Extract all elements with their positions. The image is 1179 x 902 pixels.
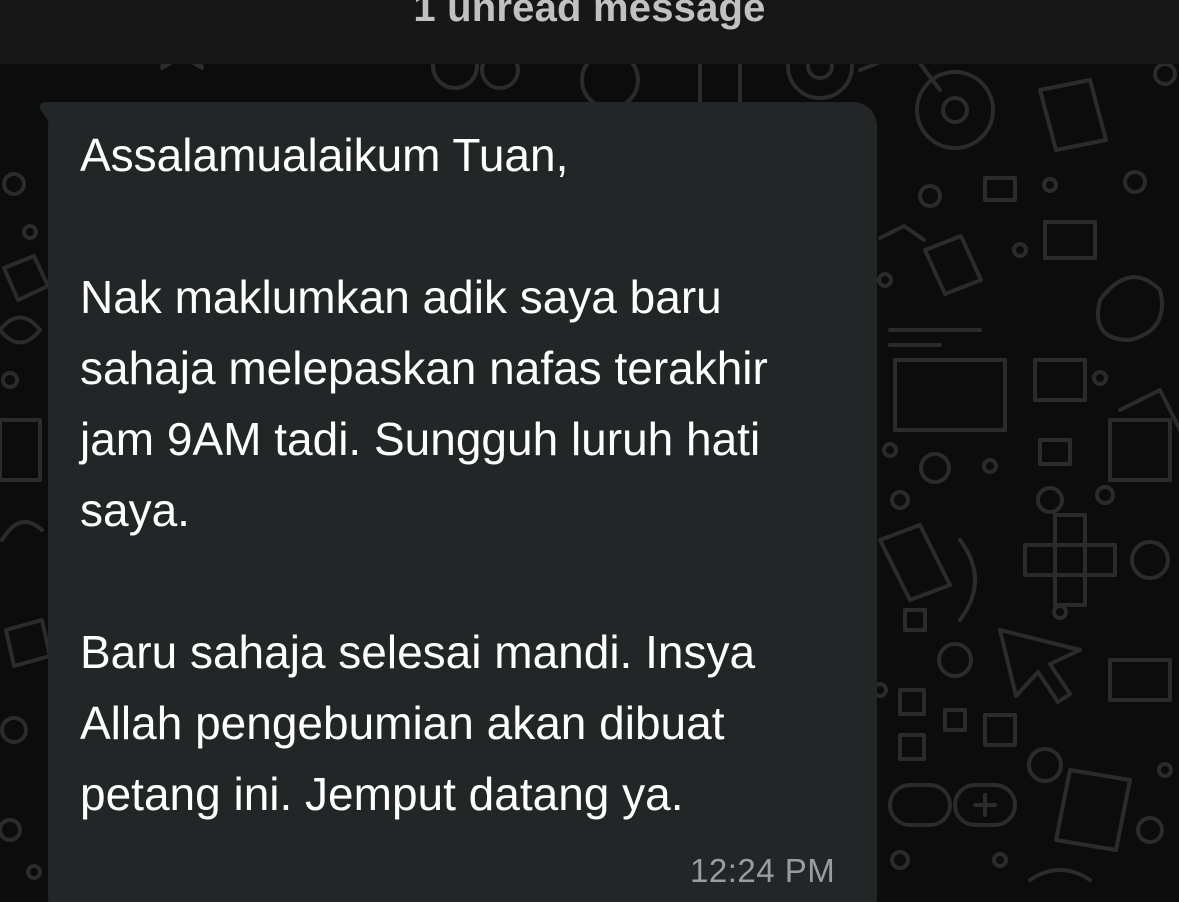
message-text: Assalamualaikum Tuan, Nak maklumkan adik…	[80, 120, 850, 830]
message-paragraph-2: Baru sahaja selesai mandi. Insya Allah p…	[80, 626, 756, 820]
message-paragraph-1: Nak maklumkan adik saya baru sahaja mele…	[80, 271, 768, 536]
message-greeting: Assalamualaikum Tuan,	[80, 129, 569, 181]
unread-messages-banner: 1 unread message	[0, 0, 1179, 64]
message-timestamp: 12:24 PM	[690, 852, 836, 889]
chat-screen: 1 unread message Assalamualaikum Tuan, N…	[0, 0, 1179, 902]
unread-messages-label: 1 unread message	[413, 0, 766, 30]
